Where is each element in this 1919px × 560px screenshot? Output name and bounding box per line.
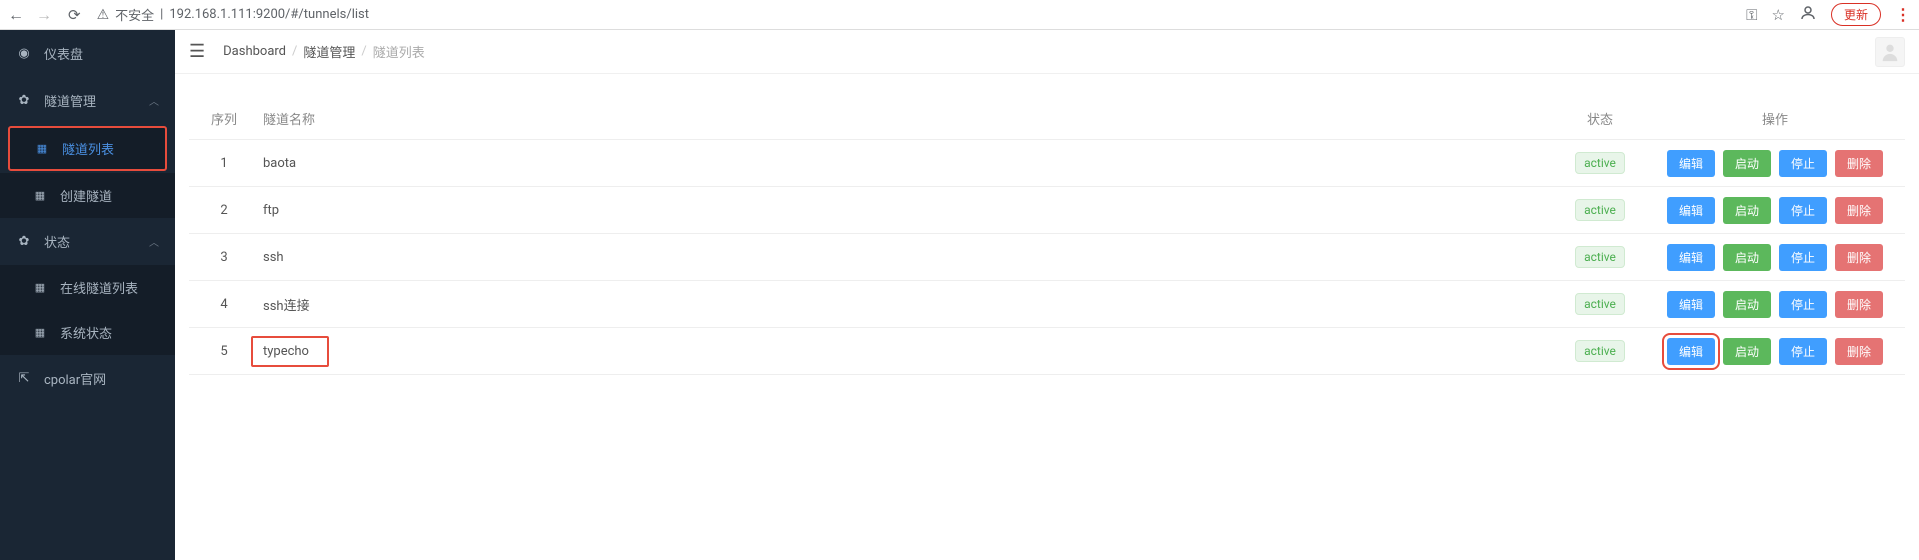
col-header-status: 状态 bbox=[1555, 109, 1645, 128]
edit-button[interactable]: 编辑 bbox=[1667, 244, 1715, 271]
col-header-index: 序列 bbox=[189, 109, 259, 128]
sidebar-item-label: 隧道列表 bbox=[62, 139, 114, 158]
more-menu-icon[interactable]: ⋮ bbox=[1895, 5, 1911, 24]
sidebar-item-status[interactable]: ✿ 状态 ︿ bbox=[0, 218, 175, 265]
cell-name: ssh连接 bbox=[259, 295, 1555, 314]
status-badge: active bbox=[1575, 199, 1625, 221]
edit-button[interactable]: 编辑 bbox=[1667, 197, 1715, 224]
sidebar-item-system-status[interactable]: ▦ 系统状态 bbox=[0, 310, 175, 355]
status-icon: ✿ bbox=[16, 234, 32, 249]
sidebar-item-label: cpolar官网 bbox=[44, 369, 106, 388]
edit-button[interactable]: 编辑 bbox=[1667, 338, 1715, 365]
cell-status: active bbox=[1555, 293, 1645, 315]
status-badge: active bbox=[1575, 152, 1625, 174]
url-text: 192.168.1.111:9200/#/tunnels/list bbox=[169, 7, 369, 22]
cell-status: active bbox=[1555, 199, 1645, 221]
start-button[interactable]: 启动 bbox=[1723, 338, 1771, 365]
grid-icon: ▦ bbox=[32, 326, 48, 339]
edit-button[interactable]: 编辑 bbox=[1667, 291, 1715, 318]
grid-icon: ▦ bbox=[34, 142, 50, 155]
delete-button[interactable]: 删除 bbox=[1835, 291, 1883, 318]
edit-button[interactable]: 编辑 bbox=[1667, 150, 1715, 177]
account-icon[interactable] bbox=[1799, 4, 1817, 26]
topbar: ☰ Dashboard / 隧道管理 / 隧道列表 bbox=[175, 30, 1919, 74]
breadcrumb-current: 隧道列表 bbox=[373, 42, 425, 61]
status-badge: active bbox=[1575, 246, 1625, 268]
start-button[interactable]: 启动 bbox=[1723, 291, 1771, 318]
start-button[interactable]: 启动 bbox=[1723, 244, 1771, 271]
sidebar-item-online-tunnels[interactable]: ▦ 在线隧道列表 bbox=[0, 265, 175, 310]
manage-icon: ✿ bbox=[16, 93, 32, 108]
stop-button[interactable]: 停止 bbox=[1779, 291, 1827, 318]
table-header: 序列 隧道名称 状态 操作 bbox=[189, 98, 1905, 140]
start-button[interactable]: 启动 bbox=[1723, 150, 1771, 177]
table-row: 4 ssh连接 active 编辑 启动 停止 删除 bbox=[189, 281, 1905, 328]
sidebar-item-tunnel-mgmt[interactable]: ✿ 隧道管理 ︿ bbox=[0, 77, 175, 124]
dashboard-icon: ◉ bbox=[16, 46, 32, 61]
cell-name: baota bbox=[259, 156, 1555, 171]
table-row: 1 baota active 编辑 启动 停止 删除 bbox=[189, 140, 1905, 187]
sidebar-item-dashboard[interactable]: ◉ 仪表盘 bbox=[0, 30, 175, 77]
grid-icon: ▦ bbox=[32, 281, 48, 294]
sidebar-item-label: 隧道管理 bbox=[44, 91, 96, 110]
cell-name: ssh bbox=[259, 250, 1555, 265]
key-icon[interactable]: ⚿ bbox=[1746, 6, 1757, 24]
table-row: 3 ssh active 编辑 启动 停止 删除 bbox=[189, 234, 1905, 281]
cell-index: 4 bbox=[189, 297, 259, 312]
update-button[interactable]: 更新 bbox=[1831, 3, 1881, 26]
sidebar-item-label: 创建隧道 bbox=[60, 186, 112, 205]
stop-button[interactable]: 停止 bbox=[1779, 244, 1827, 271]
table-row: 2 ftp active 编辑 启动 停止 删除 bbox=[189, 187, 1905, 234]
bookmark-icon[interactable]: ☆ bbox=[1772, 6, 1785, 24]
cell-name: ftp bbox=[259, 203, 1555, 218]
status-badge: active bbox=[1575, 293, 1625, 315]
address-bar[interactable]: ⚠ 不安全 | 192.168.1.111:9200/#/tunnels/lis… bbox=[97, 5, 369, 24]
tunnel-table: 序列 隧道名称 状态 操作 1 baota active 编辑 启动 停止 删除 bbox=[189, 98, 1905, 375]
sidebar-item-label: 状态 bbox=[44, 232, 70, 251]
forward-button[interactable]: → bbox=[36, 5, 52, 25]
insecure-icon: ⚠ bbox=[97, 7, 110, 23]
cell-status: active bbox=[1555, 152, 1645, 174]
browser-toolbar: ← → ⟳ ⚠ 不安全 | 192.168.1.111:9200/#/tunne… bbox=[0, 0, 1919, 30]
col-header-name: 隧道名称 bbox=[259, 109, 1555, 128]
sidebar-item-label: 系统状态 bbox=[60, 323, 112, 342]
start-button[interactable]: 启动 bbox=[1723, 197, 1771, 224]
sidebar: ◉ 仪表盘 ✿ 隧道管理 ︿ ▦ 隧道列表 ▦ 创建隧道 ✿ 状态 ︿ ▦ 在线… bbox=[0, 30, 175, 560]
delete-button[interactable]: 删除 bbox=[1835, 338, 1883, 365]
grid-icon: ▦ bbox=[32, 189, 48, 202]
cell-status: active bbox=[1555, 246, 1645, 268]
breadcrumb-tunnel-mgmt[interactable]: 隧道管理 bbox=[303, 42, 355, 61]
sidebar-item-create-tunnel[interactable]: ▦ 创建隧道 bbox=[0, 173, 175, 218]
stop-button[interactable]: 停止 bbox=[1779, 150, 1827, 177]
back-button[interactable]: ← bbox=[8, 5, 24, 25]
menu-toggle-icon[interactable]: ☰ bbox=[189, 41, 205, 62]
reload-button[interactable]: ⟳ bbox=[68, 6, 81, 24]
cell-name: typecho bbox=[259, 336, 1555, 367]
delete-button[interactable]: 删除 bbox=[1835, 150, 1883, 177]
sidebar-item-cpolar-site[interactable]: ⇱ cpolar官网 bbox=[0, 355, 175, 402]
sidebar-item-label: 仪表盘 bbox=[44, 44, 83, 63]
cell-index: 1 bbox=[189, 156, 259, 171]
insecure-label: 不安全 bbox=[115, 5, 154, 24]
stop-button[interactable]: 停止 bbox=[1779, 197, 1827, 224]
sidebar-item-tunnel-list[interactable]: ▦ 隧道列表 bbox=[8, 126, 167, 171]
cell-index: 2 bbox=[189, 203, 259, 218]
table-row: 5 typecho active 编辑 启动 停止 删除 bbox=[189, 328, 1905, 375]
cell-index: 5 bbox=[189, 344, 259, 359]
cell-index: 3 bbox=[189, 250, 259, 265]
external-link-icon: ⇱ bbox=[16, 371, 32, 386]
status-badge: active bbox=[1575, 340, 1625, 362]
delete-button[interactable]: 删除 bbox=[1835, 244, 1883, 271]
sidebar-item-label: 在线隧道列表 bbox=[60, 278, 138, 297]
breadcrumb-dashboard[interactable]: Dashboard bbox=[223, 44, 286, 59]
col-header-actions: 操作 bbox=[1645, 109, 1905, 128]
cell-status: active bbox=[1555, 340, 1645, 362]
avatar[interactable] bbox=[1875, 37, 1905, 67]
breadcrumb: Dashboard / 隧道管理 / 隧道列表 bbox=[223, 42, 425, 61]
stop-button[interactable]: 停止 bbox=[1779, 338, 1827, 365]
chevron-up-icon: ︿ bbox=[149, 93, 159, 108]
delete-button[interactable]: 删除 bbox=[1835, 197, 1883, 224]
chevron-up-icon: ︿ bbox=[149, 234, 159, 249]
